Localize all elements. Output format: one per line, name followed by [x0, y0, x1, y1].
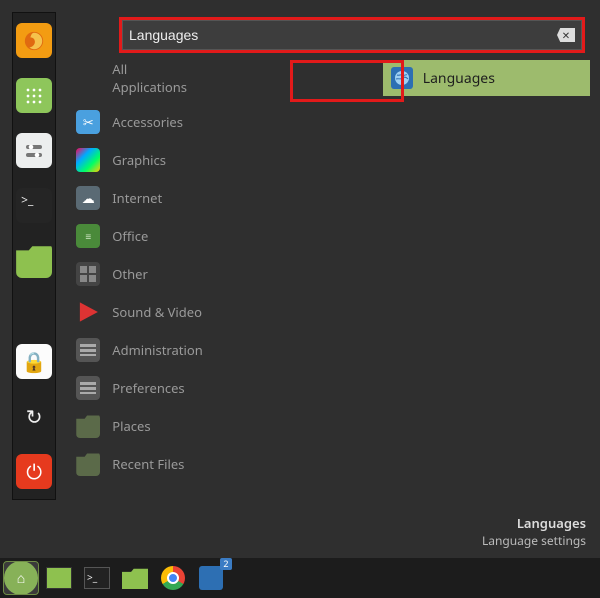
category-label: Graphics: [112, 151, 166, 169]
taskbar-files[interactable]: [118, 562, 152, 594]
category-label: Sound & Video: [112, 303, 202, 321]
application-menu: >_ 🔒 ↻ ⏻ ✕ All Applications ✂ Accessorie…: [0, 0, 600, 500]
shutdown-icon[interactable]: ⏻: [16, 454, 52, 489]
category-places[interactable]: Places: [76, 414, 202, 438]
mint-logo-icon: ⌂: [4, 561, 38, 595]
preferences-icon: [76, 376, 100, 400]
result-label: Languages: [423, 69, 495, 88]
results-column: Languages: [383, 60, 590, 500]
taskbar-chrome[interactable]: [156, 562, 190, 594]
office-icon: ≡: [76, 224, 100, 248]
category-administration[interactable]: Administration: [76, 338, 202, 362]
app-description-title: Languages: [482, 514, 586, 532]
taskbar-languages[interactable]: 2: [194, 562, 228, 594]
category-label: Preferences: [112, 379, 184, 397]
category-graphics[interactable]: Graphics: [76, 148, 202, 172]
folder-icon: [76, 452, 100, 476]
clear-search-icon[interactable]: ✕: [557, 28, 575, 42]
category-recent-files[interactable]: Recent Files: [76, 452, 202, 476]
taskbar-show-desktop[interactable]: [42, 562, 76, 594]
globe-icon: [199, 566, 223, 590]
category-internet[interactable]: ☁ Internet: [76, 186, 202, 210]
scissors-icon: ✂: [76, 110, 100, 134]
category-label: All Applications: [112, 60, 202, 96]
admin-icon: [76, 338, 100, 362]
firefox-icon[interactable]: [16, 23, 52, 58]
category-label: Administration: [112, 341, 202, 359]
cloud-icon: ☁: [76, 186, 100, 210]
app-description-subtitle: Language settings: [482, 532, 586, 549]
category-sound-video[interactable]: Sound & Video: [76, 300, 202, 324]
taskbar-terminal[interactable]: >_: [80, 562, 114, 594]
chrome-icon: [161, 566, 185, 590]
lock-icon[interactable]: 🔒: [16, 344, 52, 379]
category-preferences[interactable]: Preferences: [76, 376, 202, 400]
app-description: Languages Language settings: [482, 514, 586, 549]
category-label: Office: [112, 227, 148, 245]
search-input[interactable]: [129, 27, 557, 43]
categories-column: All Applications ✂ Accessories Graphics …: [70, 12, 202, 500]
play-icon: [76, 300, 100, 324]
result-languages[interactable]: Languages: [383, 60, 590, 96]
window-count-badge: 2: [220, 558, 232, 570]
grid-icon: [76, 262, 100, 286]
settings-icon[interactable]: [16, 133, 52, 168]
taskbar: ⌂ >_ 2: [0, 558, 600, 598]
category-other[interactable]: Other: [76, 262, 202, 286]
category-label: Internet: [112, 189, 162, 207]
category-office[interactable]: ≡ Office: [76, 224, 202, 248]
search-box[interactable]: ✕: [122, 20, 582, 50]
files-icon[interactable]: [16, 243, 52, 278]
start-menu-button[interactable]: ⌂: [4, 562, 38, 594]
folder-icon: [76, 414, 100, 438]
favorites-sidebar: >_ 🔒 ↻ ⏻: [12, 12, 56, 500]
app-grid-icon[interactable]: [16, 78, 52, 113]
category-label: Places: [112, 417, 150, 435]
category-all-applications[interactable]: All Applications: [76, 60, 202, 96]
category-label: Recent Files: [112, 455, 184, 473]
terminal-icon[interactable]: >_: [16, 188, 52, 223]
category-label: Other: [112, 265, 148, 283]
logout-icon[interactable]: ↻: [16, 399, 52, 434]
category-label: Accessories: [112, 113, 183, 131]
category-accessories[interactable]: ✂ Accessories: [76, 110, 202, 134]
palette-icon: [76, 148, 100, 172]
search-row: ✕: [122, 20, 582, 50]
globe-icon: [391, 67, 413, 89]
